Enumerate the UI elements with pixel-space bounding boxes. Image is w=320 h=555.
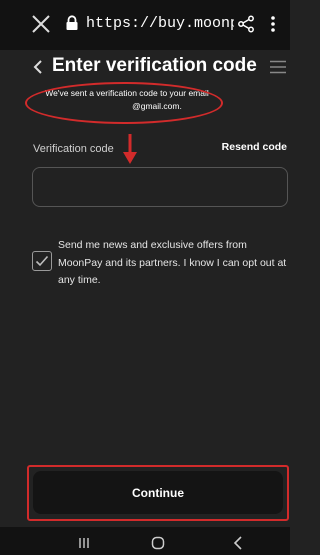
home-icon[interactable]	[151, 536, 165, 550]
verification-code-input[interactable]	[32, 167, 288, 207]
subtitle-line-2: @gmail.com.	[132, 101, 182, 111]
continue-button[interactable]: Continue	[33, 471, 283, 514]
close-icon[interactable]	[30, 13, 52, 35]
system-nav-bar	[0, 527, 290, 555]
page-header: Enter verification code	[0, 50, 290, 90]
recent-apps-icon[interactable]	[78, 537, 90, 549]
hamburger-menu-icon[interactable]	[269, 60, 287, 74]
url-text[interactable]: https://buy.moonpay...	[86, 12, 234, 36]
share-icon[interactable]	[237, 15, 255, 33]
resend-code-link[interactable]: Resend code	[222, 141, 287, 153]
browser-url-bar: https://buy.moonpay...	[0, 0, 290, 50]
consent-checkbox[interactable]	[32, 251, 52, 271]
verification-subtitle: We've sent a verification code to your e…	[32, 87, 222, 113]
consent-text: Send me news and exclusive offers from M…	[58, 239, 287, 286]
verification-code-label: Verification code	[33, 143, 114, 155]
back-icon[interactable]	[233, 536, 243, 550]
checkmark-icon	[35, 255, 49, 267]
lock-icon	[66, 15, 78, 30]
more-vertical-icon[interactable]	[268, 14, 278, 34]
chevron-left-icon[interactable]	[32, 59, 44, 75]
subtitle-line-1: We've sent a verification code to your e…	[45, 88, 209, 98]
annotation-arrow	[123, 134, 137, 164]
page-title: Enter verification code	[52, 55, 257, 76]
